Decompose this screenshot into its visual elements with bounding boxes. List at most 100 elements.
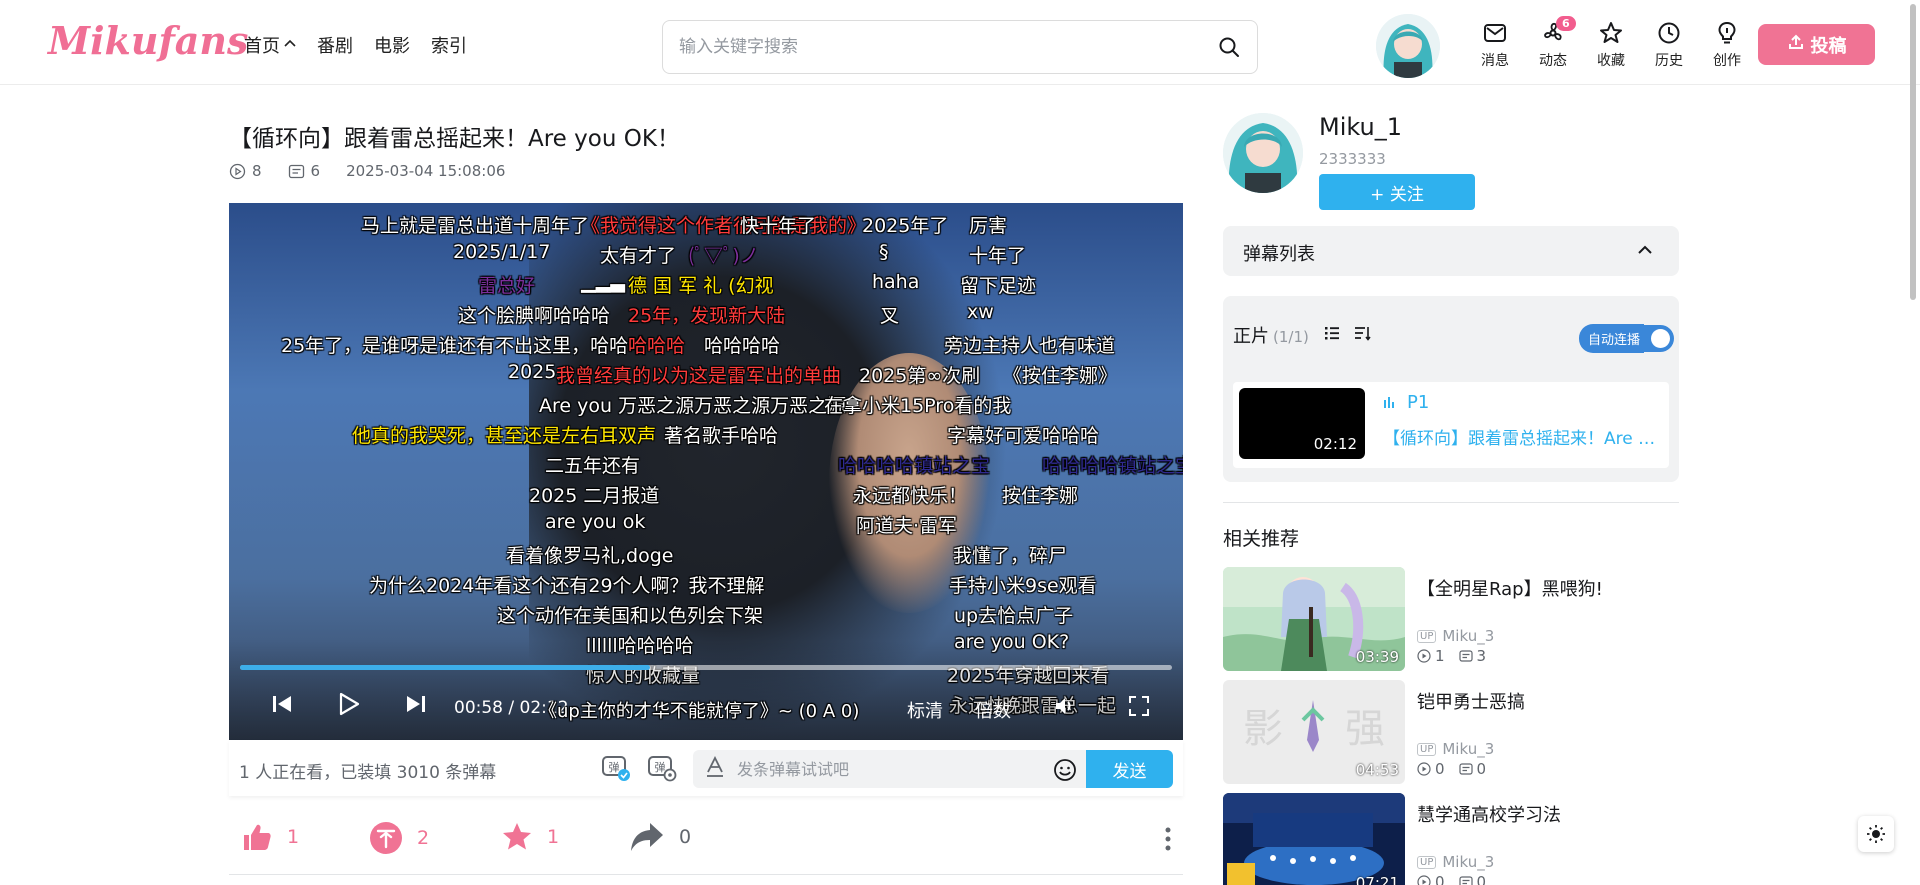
danmaku-settings-button[interactable]: 弹	[647, 753, 677, 787]
creation-label: 创作	[1713, 53, 1741, 69]
play-button[interactable]	[335, 691, 361, 721]
uploader-name[interactable]: Miku_1	[1319, 113, 1402, 141]
danmaku-item: 叉	[880, 305, 900, 327]
up-tag-icon: UP	[1417, 742, 1437, 756]
autoplay-toggle[interactable]: 自动连播	[1579, 324, 1675, 353]
user-avatar[interactable]	[1376, 14, 1440, 78]
upload-button[interactable]: 投稿	[1758, 24, 1875, 65]
danmaku-count: 6	[288, 162, 320, 180]
nav-home[interactable]: 首页	[244, 32, 296, 58]
favorite-count: 1	[547, 826, 560, 848]
nav-index[interactable]: 索引	[431, 32, 467, 58]
scrollbar-thumb[interactable]	[1910, 4, 1916, 300]
follow-button[interactable]: + 关注	[1319, 174, 1475, 210]
danmaku-item: (ﾟ▽ﾟ)ノ	[688, 245, 759, 267]
episode-header: 正片 (1/1)	[1233, 322, 1309, 348]
video-player[interactable]: 马上就是雷总出道十周年了 《我觉得这个作者很可能是我的》 快十年了 2025年了 厉害 2…	[229, 203, 1183, 740]
danmaku-input[interactable]	[737, 750, 1037, 788]
next-button[interactable]	[403, 691, 429, 721]
danmaku-item: 哈哈哈哈镇站之宝	[1042, 455, 1183, 477]
danmaku-item: 哈哈哈哈镇站之宝	[838, 455, 991, 477]
play-count-value: 8	[252, 162, 262, 180]
danmaku-item: 为什么2024年看这个还有29个人啊？我不理解	[369, 575, 765, 597]
recommend-stats: 0 0	[1417, 760, 1500, 778]
danmaku-on-icon: 弹	[602, 756, 630, 781]
recommend-danmaku-value: 3	[1476, 647, 1487, 665]
play-count-icon	[1417, 762, 1431, 776]
like-button[interactable]: 1	[241, 821, 299, 853]
recommend-uploader-name: Miku_3	[1442, 740, 1495, 758]
clock-icon	[1656, 20, 1682, 46]
theme-toggle-button[interactable]	[1858, 816, 1894, 852]
danmaku-item: 永远都快乐！	[853, 485, 968, 507]
skip-prev-icon	[273, 696, 291, 712]
share-button[interactable]: 0	[629, 821, 691, 853]
recommend-thumbnail: 影 强 04:53	[1223, 680, 1405, 784]
episode-name-label: P1	[1407, 392, 1430, 413]
recommend-danmaku: 3	[1458, 647, 1487, 665]
volume-button[interactable]	[1053, 694, 1077, 722]
search-icon[interactable]	[1217, 35, 1241, 59]
uploader-avatar[interactable]	[1223, 113, 1303, 193]
video-meta: 8 6 2025-03-04 15:08:06	[229, 162, 531, 180]
danmaku-item: up去恰点广子	[954, 605, 1074, 627]
star-icon	[1598, 20, 1624, 46]
star-filled-icon	[503, 823, 531, 850]
recommend-video-title: 【全明星Rap】黑喂狗!	[1417, 579, 1603, 600]
recommend-danmaku: 0	[1458, 760, 1486, 778]
episode-count: (1/1)	[1273, 328, 1309, 346]
progress-bar[interactable]	[240, 665, 1172, 670]
page-scrollbar[interactable]	[1908, 0, 1918, 885]
episode-item[interactable]: 02:12 P1 【循环向】跟着雷总摇起来！Are you OK！	[1233, 382, 1669, 468]
search-input[interactable]	[679, 37, 1217, 57]
recommend-plays: 0	[1417, 760, 1445, 778]
video-title: 【循环向】跟着雷总摇起来！Are you OK！	[229, 126, 680, 152]
text-style-icon[interactable]	[705, 755, 725, 782]
episode-thumbnail: 02:12	[1239, 388, 1365, 459]
danmaku-item: 按住李娜	[1002, 485, 1079, 507]
recommend-plays-value: 0	[1435, 760, 1445, 778]
danmaku-item: 手持小米9se观看	[949, 575, 1097, 597]
nav-anime[interactable]: 番剧	[317, 32, 353, 58]
recommend-plays-value: 1	[1435, 647, 1445, 665]
fullscreen-button[interactable]	[1127, 694, 1151, 722]
recommend-item[interactable]: 影 强 04:53 铠甲勇士恶搞 UP Miku_3 0 0	[1223, 680, 1679, 786]
chevron-up-icon	[1636, 241, 1654, 263]
messages-button[interactable]: 消息	[1466, 20, 1524, 70]
sort-icon[interactable]	[1353, 324, 1371, 346]
creation-button[interactable]: 创作	[1698, 20, 1756, 70]
emoji-icon[interactable]	[1053, 758, 1077, 786]
prev-button[interactable]	[269, 691, 295, 721]
danmaku-item: 25年，发现新大陆	[628, 305, 786, 327]
mail-icon	[1482, 20, 1508, 46]
danmaku-item: 马上就是雷总出道十周年了	[361, 215, 590, 237]
recommend-item[interactable]: 07:21 慧学通高校学习法 UP Miku_3 0 0	[1223, 793, 1679, 885]
favorites-button[interactable]: 收藏	[1582, 20, 1640, 70]
quality-button[interactable]: 标清	[907, 697, 943, 723]
favorite-button[interactable]: 1	[501, 821, 559, 853]
recommend-uploader: UP Miku_3	[1417, 740, 1494, 758]
site-logo[interactable]: Mikufans	[48, 18, 248, 63]
danmaku-item: 在拿小米15Pro看的我	[824, 395, 1012, 417]
dynamics-button[interactable]: 6 动态	[1524, 16, 1582, 70]
history-button[interactable]: 历史	[1640, 20, 1698, 70]
play-count-icon	[1417, 649, 1431, 663]
play-count-icon	[1417, 875, 1431, 885]
danmaku-list-header[interactable]: 弹幕列表	[1223, 226, 1679, 276]
messages-label: 消息	[1481, 53, 1509, 69]
recommend-stats: 1 3	[1417, 647, 1500, 665]
danmaku-toggle-button[interactable]: 弹	[601, 753, 631, 787]
recommend-plays: 0	[1417, 873, 1445, 885]
search-box	[662, 20, 1258, 74]
send-danmaku-button[interactable]: 发送	[1086, 750, 1173, 788]
coin-button[interactable]: 2	[369, 821, 429, 855]
list-view-icon[interactable]	[1323, 324, 1341, 346]
nav-movie[interactable]: 电影	[374, 32, 410, 58]
speed-button[interactable]: 倍数	[975, 697, 1011, 723]
dynamics-label: 动态	[1539, 53, 1567, 69]
recommend-item[interactable]: 03:39 【全明星Rap】黑喂狗! UP Miku_3 1 3	[1223, 567, 1679, 673]
danmaku-item: 太有才了	[600, 245, 677, 267]
more-options-icon[interactable]	[1165, 826, 1171, 856]
danmaku-item: 2025第∞次刷	[859, 365, 981, 387]
video-actions: 1 2 1 0	[229, 816, 1183, 866]
